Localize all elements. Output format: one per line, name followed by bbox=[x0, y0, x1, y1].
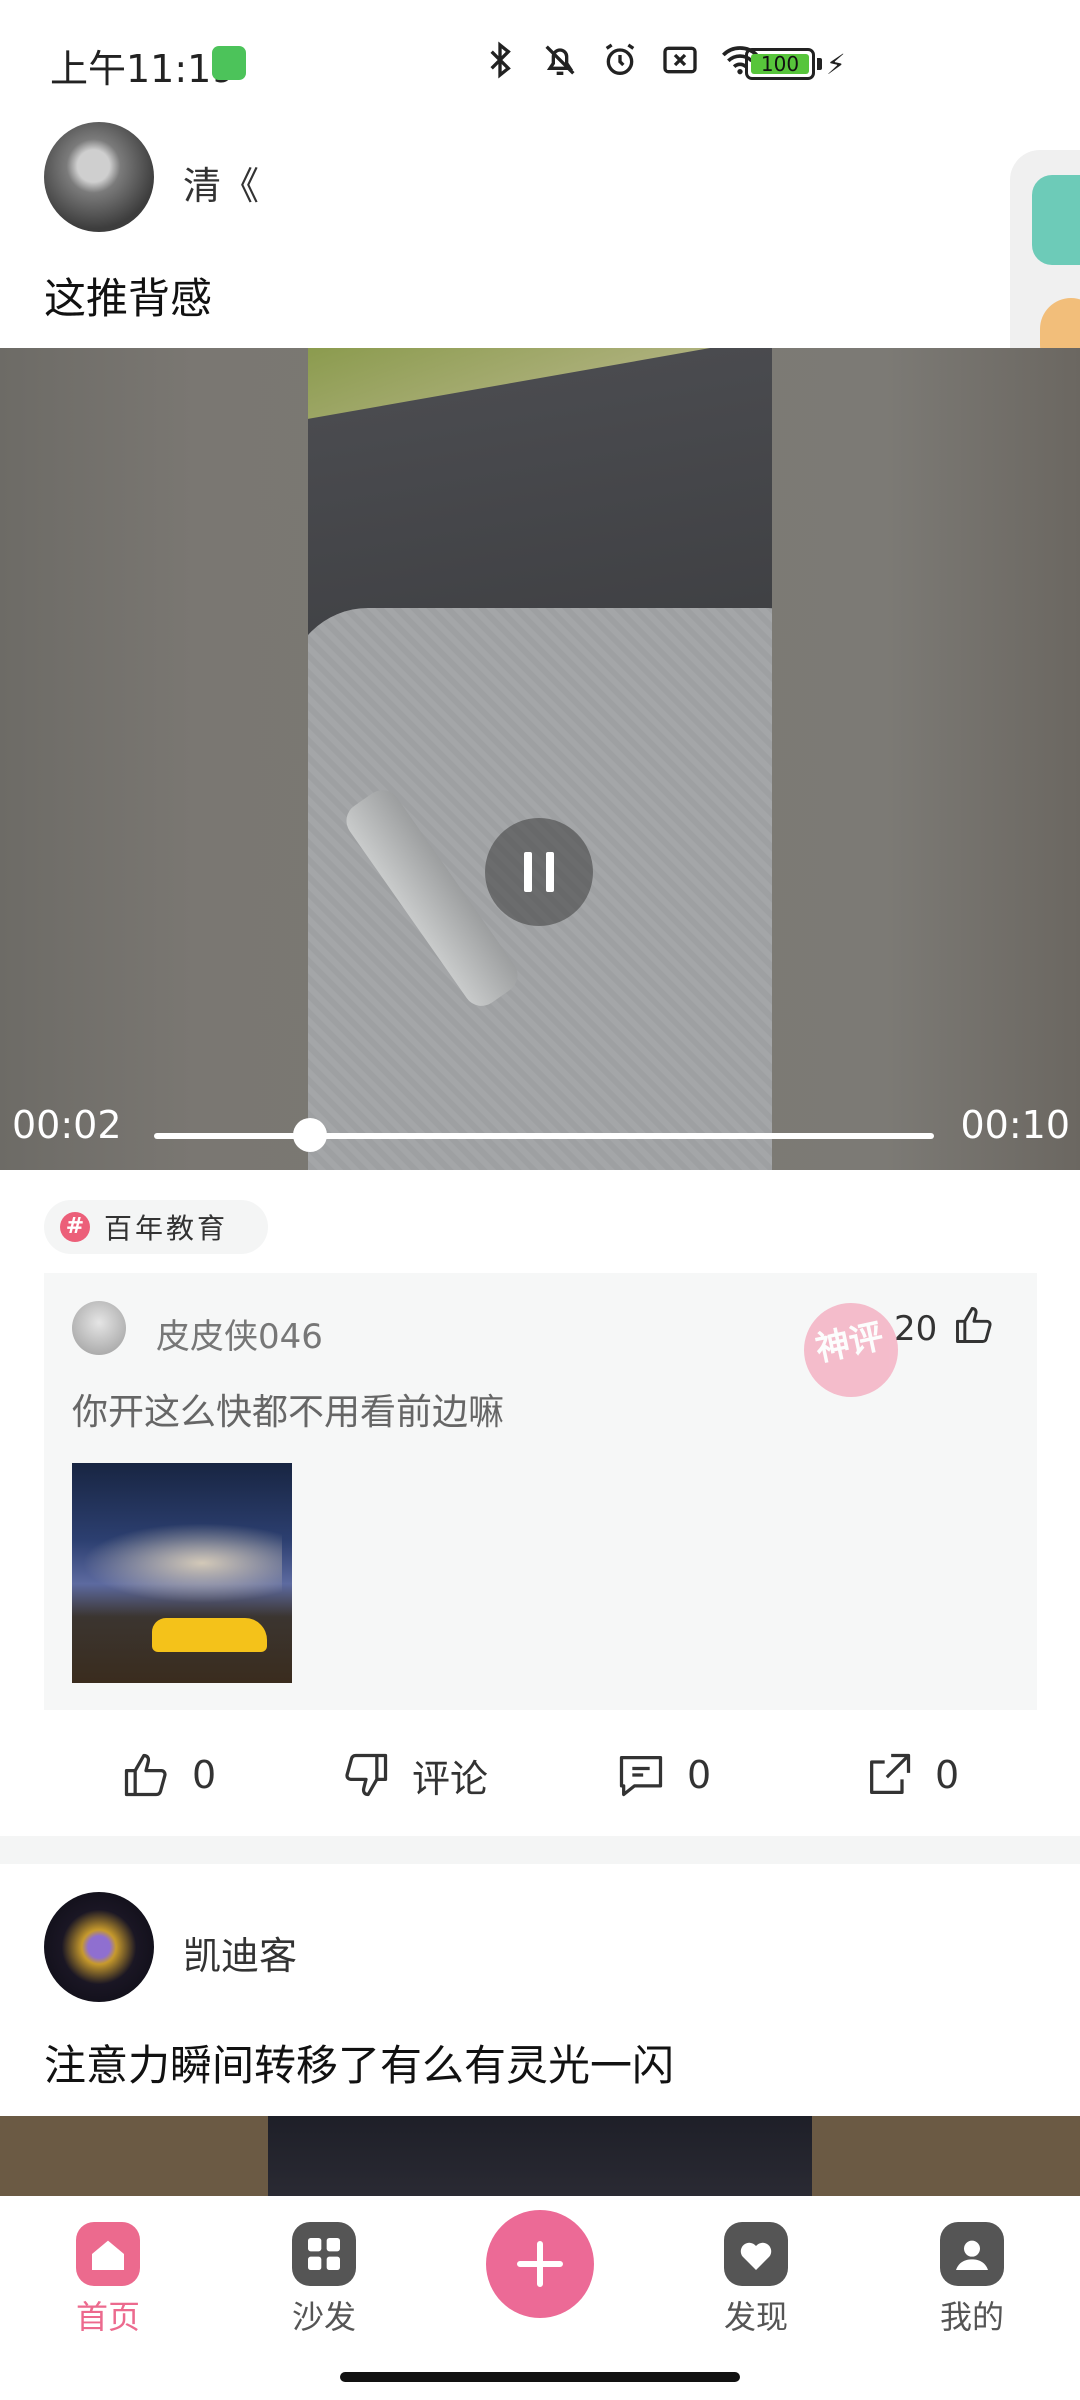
status-bar: 上午11:19 100 ⚡ bbox=[0, 0, 1080, 110]
bottom-tab-bar: 首页 沙发 发现 我的 bbox=[0, 2196, 1080, 2400]
pause-icon bbox=[524, 852, 532, 892]
heart-icon bbox=[724, 2222, 788, 2286]
comment-like-count: 20 bbox=[894, 1309, 938, 1349]
home-indicator[interactable] bbox=[340, 2372, 740, 2382]
tab-sofa-label: 沙发 bbox=[291, 2298, 356, 2336]
home-icon bbox=[76, 2222, 140, 2286]
video-frame bbox=[308, 348, 772, 1170]
comment-icon bbox=[619, 1756, 663, 1797]
share-button[interactable]: 0 bbox=[863, 1740, 959, 1810]
tab-me-label: 我的 bbox=[939, 2298, 1004, 2336]
post2-text[interactable]: 注意力瞬间转移了有么有灵光一闪 bbox=[44, 2032, 674, 2093]
post2-video-frame bbox=[268, 2116, 812, 2196]
comment-avatar[interactable] bbox=[72, 1301, 126, 1355]
thumbs-up-icon[interactable] bbox=[952, 1303, 996, 1347]
hot-comment-card[interactable]: 皮皮侠046 神评 20 你开这么快都不用看前边嘛 bbox=[44, 1273, 1037, 1710]
video-duration: 00:10 bbox=[960, 1103, 1070, 1147]
like-button[interactable]: 0 bbox=[120, 1740, 216, 1810]
comment-image-car bbox=[152, 1618, 267, 1652]
plus-icon bbox=[517, 2241, 563, 2287]
tab-me[interactable]: 我的 bbox=[912, 2222, 1032, 2338]
topic-tag[interactable]: # 百年教育 bbox=[44, 1200, 269, 1254]
comment-username[interactable]: 皮皮侠046 bbox=[156, 1309, 323, 1358]
post1-action-bar: 0 评论 0 0 bbox=[0, 1740, 1080, 1810]
share-count: 0 bbox=[935, 1753, 960, 1797]
comment-image[interactable] bbox=[72, 1463, 292, 1683]
video-progress-knob[interactable] bbox=[293, 1118, 327, 1152]
like-count: 0 bbox=[192, 1753, 217, 1797]
comment-text: 你开这么快都不用看前边嘛 bbox=[72, 1392, 505, 1433]
hashtag-icon: # bbox=[60, 1212, 90, 1242]
dislike-button[interactable]: 评论 bbox=[340, 1740, 488, 1810]
charging-icon: ⚡ bbox=[826, 48, 846, 81]
user-icon bbox=[940, 2222, 1004, 2286]
post-divider bbox=[0, 1836, 1080, 1864]
comment-count: 0 bbox=[687, 1753, 712, 1797]
app-notification-icon bbox=[212, 46, 246, 80]
post1-text[interactable]: 这推背感 bbox=[44, 265, 212, 326]
alarm-icon bbox=[605, 43, 635, 75]
share-icon bbox=[870, 1753, 911, 1794]
post2-username[interactable]: 凯迪客 bbox=[183, 1925, 297, 1980]
video-current-time: 00:02 bbox=[12, 1103, 122, 1147]
bell-off-icon bbox=[545, 45, 575, 75]
pause-button[interactable] bbox=[485, 818, 593, 926]
battery-tip bbox=[817, 58, 822, 70]
bluetooth-icon bbox=[490, 41, 511, 79]
tab-discover-label: 发现 bbox=[723, 2298, 788, 2336]
battery-level: 100 bbox=[751, 54, 809, 74]
post2-video-preview[interactable] bbox=[0, 2116, 1080, 2196]
comment-image-cloud bbox=[82, 1523, 282, 1603]
dislike-label: 评论 bbox=[412, 1756, 489, 1801]
post2-avatar[interactable] bbox=[44, 1892, 154, 2002]
thumbs-down-icon bbox=[345, 1753, 388, 1797]
video-progress-bar[interactable] bbox=[154, 1133, 934, 1139]
battery-icon: 100 bbox=[745, 48, 815, 80]
topic-label: 百年教育 bbox=[104, 1212, 229, 1245]
tab-sofa[interactable]: 沙发 bbox=[264, 2222, 384, 2338]
status-icons bbox=[480, 40, 760, 80]
grid-icon bbox=[292, 2222, 356, 2286]
side-widget-app-icon[interactable] bbox=[1032, 175, 1080, 265]
hot-comment-badge: 神评 bbox=[795, 1294, 907, 1406]
sim-off-icon bbox=[663, 46, 697, 74]
pause-icon-bar bbox=[546, 852, 554, 892]
comment-button[interactable]: 0 bbox=[615, 1740, 711, 1810]
thumbs-up-icon bbox=[124, 1753, 167, 1797]
tab-home[interactable]: 首页 bbox=[48, 2222, 168, 2338]
post1-video-player[interactable]: 00:02 00:10 bbox=[0, 348, 1080, 1170]
publish-button[interactable] bbox=[486, 2210, 594, 2318]
post1-username[interactable]: 清《 bbox=[183, 155, 259, 210]
status-time: 上午11:19 bbox=[50, 47, 236, 91]
tab-home-label: 首页 bbox=[75, 2298, 140, 2336]
tab-discover[interactable]: 发现 bbox=[696, 2222, 816, 2338]
post1-avatar[interactable] bbox=[44, 122, 154, 232]
